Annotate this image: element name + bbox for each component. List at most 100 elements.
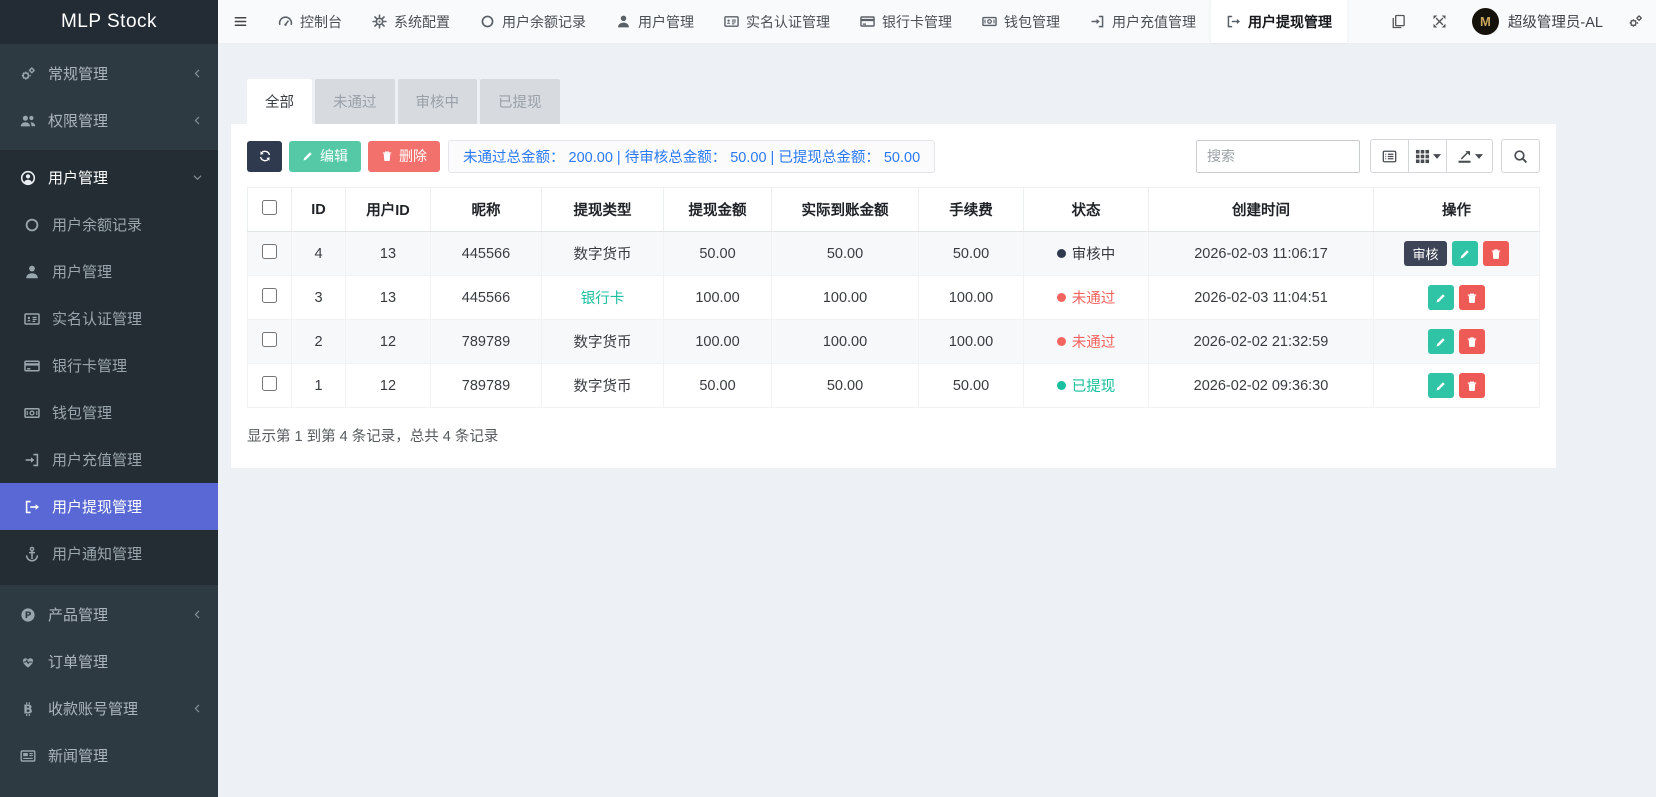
edit-button[interactable]: 编辑 <box>289 141 361 172</box>
bitcoin-icon <box>19 701 37 717</box>
copy-icon-button[interactable] <box>1378 0 1419 43</box>
cell-actual: 100.00 <box>772 276 919 320</box>
sidebar-item-user-notice-management[interactable]: 用户通知管理 <box>0 530 218 577</box>
row-edit-button[interactable] <box>1452 241 1478 266</box>
tab-withdrawn[interactable]: 已提现 <box>480 79 560 124</box>
export-icon <box>1457 149 1472 164</box>
fullscreen-icon-button[interactable] <box>1419 0 1460 43</box>
review-button[interactable]: 审核 <box>1404 241 1446 266</box>
cell-user-id: 12 <box>346 364 431 408</box>
sidebar-item-permission-management[interactable]: 权限管理 <box>0 97 218 144</box>
row-edit-button[interactable] <box>1428 329 1454 354</box>
sidebar-item-product-management[interactable]: 产品管理 <box>0 591 218 638</box>
nav-item-user-management[interactable]: 用户管理 <box>601 0 709 43</box>
tab-all[interactable]: 全部 <box>247 79 312 124</box>
sidebar-item-user-balance-records[interactable]: 用户余额记录 <box>0 201 218 248</box>
row-delete-button[interactable] <box>1459 285 1485 310</box>
cell-nickname: 789789 <box>431 320 542 364</box>
chevron-left-icon <box>192 68 203 79</box>
nav-item-realname-auth[interactable]: 实名认证管理 <box>709 0 845 43</box>
row-checkbox[interactable] <box>262 332 277 347</box>
pencil-icon <box>1435 292 1447 304</box>
nav-item-user-withdraw[interactable]: 用户提现管理 <box>1211 0 1347 43</box>
chevron-left-icon <box>192 703 203 714</box>
chevron-left-icon <box>192 609 203 620</box>
bank-card-link[interactable]: 银行卡 <box>581 291 625 307</box>
cell-withdraw-type: 数字货币 <box>542 320 664 364</box>
export-button[interactable] <box>1446 139 1493 173</box>
column-header-withdraw-amount: 提现金额 <box>664 188 772 232</box>
delete-button[interactable]: 删除 <box>368 141 440 172</box>
heartbeat-icon <box>19 654 37 670</box>
sidebar-item-order-management[interactable]: 订单管理 <box>0 638 218 685</box>
column-header-created-time: 创建时间 <box>1149 188 1374 232</box>
cell-status: 审核中 <box>1024 232 1149 276</box>
table-header-row: ID 用户ID 昵称 提现类型 提现金额 实际到账金额 手续费 状态 创建时间 … <box>248 188 1540 232</box>
table-panel: 编辑 删除 未通过总金额： 200.00 | 待审核总金额： 50.00 | 已… <box>231 124 1556 468</box>
sidebar-item-wallet-management[interactable]: 钱包管理 <box>0 389 218 436</box>
row-edit-button[interactable] <box>1428 373 1454 398</box>
nav-item-bank-card[interactable]: 银行卡管理 <box>845 0 967 43</box>
sidebar-item-user-withdraw-management[interactable]: 用户提现管理 <box>0 483 218 530</box>
cell-withdraw-type: 数字货币 <box>542 364 664 408</box>
cell-select <box>248 364 292 408</box>
nav-item-wallet[interactable]: 钱包管理 <box>967 0 1075 43</box>
wallet-icon <box>23 405 41 421</box>
cell-actions <box>1374 320 1540 364</box>
trash-icon <box>1466 380 1478 392</box>
search-input[interactable] <box>1196 140 1360 173</box>
sidebar-toggle-button[interactable] <box>218 0 263 43</box>
tab-rejected[interactable]: 未通过 <box>315 79 395 124</box>
cell-select <box>248 276 292 320</box>
nav-item-dashboard[interactable]: 控制台 <box>263 0 357 43</box>
cell-id: 3 <box>292 276 346 320</box>
row-checkbox[interactable] <box>262 244 277 259</box>
sidebar-item-user-management-group[interactable]: 用户管理 <box>0 154 218 201</box>
nav-item-user-recharge[interactable]: 用户充值管理 <box>1075 0 1211 43</box>
row-edit-button[interactable] <box>1428 285 1454 310</box>
sidebar-item-payment-account-management[interactable]: 收款账号管理 <box>0 685 218 732</box>
sidebar-item-regular-management[interactable]: 常规管理 <box>0 50 218 97</box>
columns-icon <box>1415 149 1430 164</box>
user-menu[interactable]: M 超级管理员-AL <box>1460 0 1615 43</box>
refresh-button[interactable] <box>247 141 282 172</box>
settings-gears-icon-button[interactable] <box>1615 0 1656 43</box>
top-navigation: 控制台 系统配置 用户余额记录 用户管理 实名认证管理 银行卡管理 钱包管理 用… <box>218 0 1656 44</box>
pencil-icon <box>1435 380 1447 392</box>
cell-fee: 100.00 <box>919 276 1024 320</box>
column-header-actual-amount: 实际到账金额 <box>772 188 919 232</box>
row-delete-button[interactable] <box>1459 329 1485 354</box>
row-checkbox[interactable] <box>262 376 277 391</box>
cell-actions <box>1374 276 1540 320</box>
withdraw-table: ID 用户ID 昵称 提现类型 提现金额 实际到账金额 手续费 状态 创建时间 … <box>247 187 1540 408</box>
row-delete-button[interactable] <box>1459 373 1485 398</box>
cell-actual: 100.00 <box>772 320 919 364</box>
sidebar-item-user-management[interactable]: 用户管理 <box>0 248 218 295</box>
cell-select <box>248 232 292 276</box>
nav-item-system-config[interactable]: 系统配置 <box>357 0 465 43</box>
row-delete-button[interactable] <box>1483 241 1509 266</box>
search-button[interactable] <box>1501 139 1540 173</box>
chevron-left-icon <box>192 115 203 126</box>
tab-pending[interactable]: 审核中 <box>398 79 478 124</box>
cell-fee: 100.00 <box>919 320 1024 364</box>
cell-amount: 100.00 <box>664 276 772 320</box>
select-all-checkbox[interactable] <box>262 200 277 215</box>
sidebar-item-user-recharge-management[interactable]: 用户充值管理 <box>0 436 218 483</box>
toggle-view-button[interactable] <box>1370 139 1409 173</box>
sidebar-item-realname-auth-management[interactable]: 实名认证管理 <box>0 295 218 342</box>
nav-item-user-balance-records[interactable]: 用户余额记录 <box>465 0 601 43</box>
status-label: 审核中 <box>1072 247 1116 263</box>
totals-summary: 未通过总金额： 200.00 | 待审核总金额： 50.00 | 已提现总金额：… <box>448 140 935 173</box>
list-alt-icon <box>1382 149 1397 164</box>
columns-button[interactable] <box>1408 139 1447 173</box>
sidebar-item-news-management[interactable]: 新闻管理 <box>0 732 218 779</box>
table-row: 2 12 789789 数字货币 100.00 100.00 100.00 未通… <box>248 320 1540 364</box>
cell-id: 1 <box>292 364 346 408</box>
row-checkbox[interactable] <box>262 288 277 303</box>
caret-down-icon <box>1433 154 1441 159</box>
search-icon <box>1513 149 1528 164</box>
sidebar-item-bank-card-management[interactable]: 银行卡管理 <box>0 342 218 389</box>
cell-created: 2026-02-03 11:04:51 <box>1149 276 1374 320</box>
cell-nickname: 445566 <box>431 276 542 320</box>
